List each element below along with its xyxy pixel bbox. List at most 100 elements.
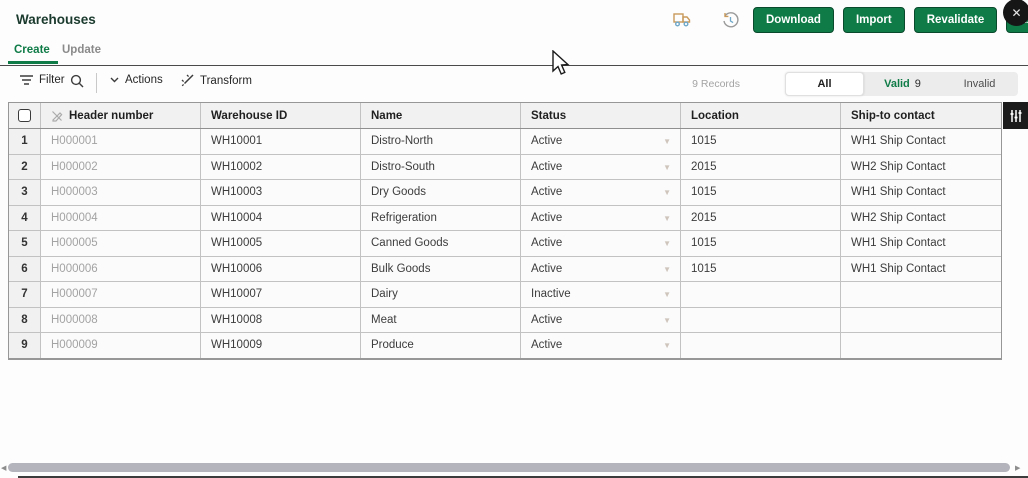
cell-name[interactable]: Dairy xyxy=(361,282,521,307)
cell-ship-to-contact[interactable]: WH1 Ship Contact xyxy=(841,257,1001,282)
cell-ship-to-contact[interactable]: WH2 Ship Contact xyxy=(841,206,1001,231)
table-row: 2 H000002 WH10002 Distro-South Active ▼ … xyxy=(9,155,1001,181)
horizontal-scrollbar-thumb[interactable] xyxy=(8,463,1010,472)
cell-warehouse-id[interactable]: WH10005 xyxy=(201,231,361,256)
segment-invalid[interactable]: Invalid xyxy=(941,72,1018,96)
column-header-warehouse-id[interactable]: Warehouse ID xyxy=(201,103,361,128)
cell-status-dropdown[interactable]: Active ▼ xyxy=(521,231,681,256)
column-header-status[interactable]: Status xyxy=(521,103,681,128)
cell-warehouse-id[interactable]: WH10003 xyxy=(201,180,361,205)
cell-warehouse-id[interactable]: WH10007 xyxy=(201,282,361,307)
cell-status-dropdown[interactable]: Active ▼ xyxy=(521,308,681,333)
table-row: 9 H000009 WH10009 Produce Active ▼ xyxy=(9,333,1001,359)
cell-warehouse-id[interactable]: WH10001 xyxy=(201,129,361,154)
cell-status-dropdown[interactable]: Active ▼ xyxy=(521,206,681,231)
cell-warehouse-id[interactable]: WH10006 xyxy=(201,257,361,282)
download-button[interactable]: Download xyxy=(753,7,834,33)
column-header-name[interactable]: Name xyxy=(361,103,521,128)
scroll-right-arrow-icon[interactable]: ▶ xyxy=(1015,464,1020,472)
cell-status-dropdown[interactable]: Active ▼ xyxy=(521,180,681,205)
dropdown-chevron-icon: ▼ xyxy=(663,265,671,274)
cell-name[interactable]: Distro-North xyxy=(361,129,521,154)
cell-header-number: H000004 xyxy=(41,206,201,231)
filter-button[interactable]: Filter xyxy=(20,74,65,86)
tab-bar: Create Update xyxy=(0,44,1028,66)
table-row: 5 H000005 WH10005 Canned Goods Active ▼ … xyxy=(9,231,1001,257)
history-icon[interactable] xyxy=(720,10,740,30)
cell-name[interactable]: Produce xyxy=(361,333,521,358)
cell-location[interactable] xyxy=(681,282,841,307)
cell-header-number: H000009 xyxy=(41,333,201,358)
cell-status-dropdown[interactable]: Active ▼ xyxy=(521,333,681,358)
header-icon-group xyxy=(672,10,740,30)
row-number: 5 xyxy=(9,231,41,256)
cell-ship-to-contact[interactable]: WH1 Ship Contact xyxy=(841,231,1001,256)
scroll-left-arrow-icon[interactable]: ◀ xyxy=(1,464,6,472)
cell-name[interactable]: Distro-South xyxy=(361,155,521,180)
cell-name[interactable]: Refrigeration xyxy=(361,206,521,231)
status-value: Inactive xyxy=(531,288,571,300)
segment-valid-label: Valid xyxy=(884,78,910,90)
dropdown-chevron-icon: ▼ xyxy=(663,239,671,248)
cell-ship-to-contact[interactable]: WH1 Ship Contact xyxy=(841,129,1001,154)
segment-valid[interactable]: Valid 9 xyxy=(864,72,941,96)
cell-warehouse-id[interactable]: WH10004 xyxy=(201,206,361,231)
tab-create[interactable]: Create xyxy=(14,44,50,56)
filter-label: Filter xyxy=(39,74,65,86)
cell-name[interactable]: Canned Goods xyxy=(361,231,521,256)
transform-label: Transform xyxy=(200,75,252,87)
cell-location[interactable]: 1015 xyxy=(681,180,841,205)
row-number: 8 xyxy=(9,308,41,333)
cell-status-dropdown[interactable]: Inactive ▼ xyxy=(521,282,681,307)
cell-ship-to-contact[interactable]: WH1 Ship Contact xyxy=(841,180,1001,205)
cell-ship-to-contact[interactable] xyxy=(841,308,1001,333)
column-header-ship-to-contact[interactable]: Ship-to contact xyxy=(841,103,1001,128)
table-row: 1 H000001 WH10001 Distro-North Active ▼ … xyxy=(9,129,1001,155)
column-header-label: Header number xyxy=(69,110,153,122)
cell-name[interactable]: Meat xyxy=(361,308,521,333)
cell-location[interactable]: 1015 xyxy=(681,231,841,256)
status-value: Active xyxy=(531,186,562,198)
tab-update[interactable]: Update xyxy=(62,44,101,56)
cell-status-dropdown[interactable]: Active ▼ xyxy=(521,257,681,282)
cell-ship-to-contact[interactable] xyxy=(841,282,1001,307)
truck-icon[interactable] xyxy=(672,10,692,30)
cell-warehouse-id[interactable]: WH10002 xyxy=(201,155,361,180)
column-header-location[interactable]: Location xyxy=(681,103,841,128)
cell-status-dropdown[interactable]: Active ▼ xyxy=(521,155,681,180)
cell-header-number: H000005 xyxy=(41,231,201,256)
segment-all[interactable]: All xyxy=(785,72,864,96)
cell-ship-to-contact[interactable] xyxy=(841,333,1001,358)
row-number: 9 xyxy=(9,333,41,358)
column-settings-button[interactable] xyxy=(1003,102,1028,129)
cell-header-number: H000001 xyxy=(41,129,201,154)
cell-warehouse-id[interactable]: WH10008 xyxy=(201,308,361,333)
table-toolbar: Filter Actions Transform 9 Records All xyxy=(0,70,1028,98)
cell-name[interactable]: Dry Goods xyxy=(361,180,521,205)
chevron-down-icon xyxy=(110,77,119,83)
cell-warehouse-id[interactable]: WH10009 xyxy=(201,333,361,358)
cell-location[interactable] xyxy=(681,308,841,333)
transform-button[interactable]: Transform xyxy=(181,74,252,87)
import-button[interactable]: Import xyxy=(843,7,905,33)
cell-location[interactable] xyxy=(681,333,841,358)
cell-name[interactable]: Bulk Goods xyxy=(361,257,521,282)
cell-location[interactable]: 1015 xyxy=(681,129,841,154)
cell-ship-to-contact[interactable]: WH2 Ship Contact xyxy=(841,155,1001,180)
search-icon xyxy=(70,74,84,88)
cell-location[interactable]: 2015 xyxy=(681,155,841,180)
segment-all-label: All xyxy=(817,78,831,90)
cell-location[interactable]: 2015 xyxy=(681,206,841,231)
segment-invalid-label: Invalid xyxy=(964,78,996,90)
column-header-header-number[interactable]: Header number xyxy=(41,103,201,128)
select-all-checkbox[interactable] xyxy=(18,109,31,122)
close-icon[interactable]: ✕ xyxy=(1003,0,1028,26)
transform-wand-icon xyxy=(181,74,194,87)
search-button[interactable] xyxy=(70,74,84,88)
revalidate-button[interactable]: Revalidate xyxy=(914,7,998,33)
column-header-label: Warehouse ID xyxy=(211,110,287,122)
dropdown-chevron-icon: ▼ xyxy=(663,137,671,146)
cell-location[interactable]: 1015 xyxy=(681,257,841,282)
cell-status-dropdown[interactable]: Active ▼ xyxy=(521,129,681,154)
actions-menu-button[interactable]: Actions xyxy=(110,74,163,86)
